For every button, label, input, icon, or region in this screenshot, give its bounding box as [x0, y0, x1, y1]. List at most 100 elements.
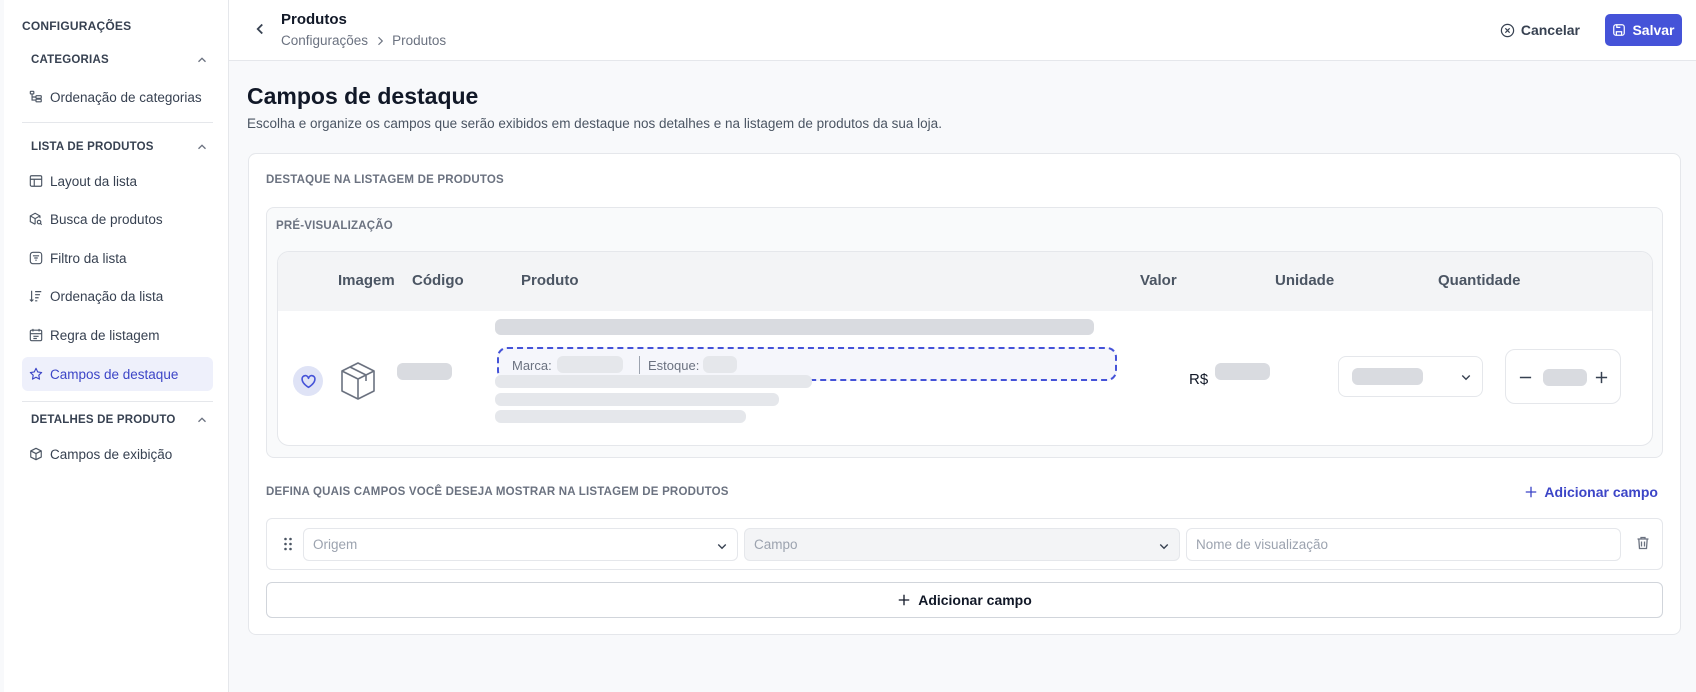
- package-icon: [30, 447, 42, 461]
- product-name-placeholder: [495, 319, 1094, 335]
- chevron-down-icon: [1159, 544, 1169, 550]
- origin-select-placeholder: Origem: [313, 537, 358, 552]
- plus-icon[interactable]: [1594, 370, 1609, 385]
- unit-value-placeholder: [1352, 368, 1423, 385]
- code-placeholder: [397, 363, 452, 380]
- add-field-button-label: Adicionar campo: [918, 592, 1032, 608]
- quantity-value-placeholder: [1543, 369, 1587, 386]
- highlight-fields-card: DESTAQUE NA LISTAGEM DE PRODUTOS PRÉ-VIS…: [248, 153, 1681, 635]
- preview-panel: PRÉ-VISUALIZAÇÃO Imagem Código Produto V…: [266, 207, 1663, 458]
- column-header-produto: Produto: [521, 272, 579, 289]
- page-description: Escolha e organize os campos que serão e…: [247, 116, 942, 131]
- category-tree-icon: [29, 90, 42, 103]
- trash-icon[interactable]: [1635, 535, 1651, 551]
- display-name-input[interactable]: [1186, 528, 1621, 561]
- sidebar-item-label: Filtro da lista: [50, 250, 127, 266]
- sidebar-section-label: LISTA DE PRODUTOS: [31, 141, 154, 153]
- page-header-title: Produtos: [281, 11, 347, 28]
- sidebar-item-ordenacao-lista[interactable]: Ordenação da lista: [22, 279, 213, 313]
- field-config-row: Origem Campo: [266, 518, 1663, 570]
- chevron-up-icon: [198, 144, 206, 150]
- quantity-stepper[interactable]: [1505, 349, 1621, 404]
- save-button[interactable]: Salvar: [1605, 14, 1682, 46]
- sidebar-item-campos-exibicao[interactable]: Campos de exibição: [22, 437, 213, 471]
- layout-icon: [29, 175, 43, 187]
- chevron-down-icon: [717, 544, 727, 550]
- add-field-button[interactable]: Adicionar campo: [266, 582, 1663, 618]
- heart-icon: [300, 374, 316, 388]
- sidebar-item-busca-produtos[interactable]: Busca de produtos: [22, 202, 213, 236]
- preview-table-header: Imagem Código Produto Valor Unidade Quan…: [278, 252, 1652, 311]
- breadcrumb-item[interactable]: Configurações: [281, 33, 368, 48]
- sidebar: CONFIGURAÇÕES CATEGORIAS Ordenação de ca…: [4, 0, 229, 692]
- minus-icon[interactable]: [1518, 370, 1533, 385]
- product-box-icon: [341, 362, 375, 400]
- plus-icon: [1526, 486, 1537, 498]
- favorite-button[interactable]: [293, 366, 323, 396]
- sort-icon: [29, 290, 42, 303]
- add-field-link[interactable]: Adicionar campo: [1524, 484, 1658, 500]
- column-header-imagem: Imagem: [338, 272, 395, 289]
- product-detail-placeholder: [495, 410, 746, 423]
- sidebar-item-campos-destaque[interactable]: Campos de destaque: [22, 357, 213, 391]
- stock-value-placeholder: [703, 356, 737, 373]
- sidebar-item-ordenacao-categorias[interactable]: Ordenação de categorias: [22, 80, 213, 114]
- column-header-valor: Valor: [1140, 272, 1177, 289]
- sidebar-title: CONFIGURAÇÕES: [22, 19, 132, 33]
- column-header-unidade: Unidade: [1275, 272, 1335, 289]
- field-select[interactable]: Campo: [744, 528, 1180, 561]
- filter-icon: [29, 251, 43, 265]
- product-detail-placeholder: [495, 393, 779, 406]
- add-field-link-label: Adicionar campo: [1544, 484, 1658, 500]
- sidebar-item-label: Ordenação de categorias: [50, 89, 202, 105]
- brand-value-placeholder: [557, 356, 623, 373]
- sidebar-section-categorias[interactable]: CATEGORIAS: [31, 53, 209, 67]
- chevron-up-icon: [198, 417, 206, 423]
- chevron-down-icon: [1461, 375, 1471, 381]
- highlight-label-estoque: Estoque:: [648, 358, 700, 373]
- sidebar-section-lista-produtos[interactable]: LISTA DE PRODUTOS: [31, 140, 209, 154]
- divider: [22, 122, 213, 123]
- sidebar-section-label: DETALHES DE PRODUTO: [31, 414, 176, 426]
- sidebar-item-label: Campos de destaque: [50, 366, 179, 382]
- sidebar-item-label: Campos de exibição: [50, 446, 173, 462]
- sidebar-section-label: CATEGORIAS: [31, 54, 109, 66]
- origin-select[interactable]: Origem: [303, 528, 738, 561]
- product-detail-placeholder: [495, 375, 812, 388]
- sidebar-item-label: Regra de listagem: [50, 327, 160, 343]
- breadcrumb-item: Produtos: [392, 33, 447, 48]
- save-button-label: Salvar: [1632, 22, 1675, 38]
- save-icon: [1613, 24, 1626, 36]
- listing-section-label: DESTAQUE NA LISTAGEM DE PRODUTOS: [266, 174, 504, 186]
- rule-icon: [29, 328, 43, 342]
- preview-table: Imagem Código Produto Valor Unidade Quan…: [277, 251, 1653, 446]
- chevron-up-icon: [198, 57, 206, 63]
- sidebar-section-detalhes-produto[interactable]: DETALHES DE PRODUTO: [31, 413, 209, 427]
- divider: [639, 356, 640, 374]
- page-title: Campos de destaque: [247, 83, 479, 109]
- sidebar-item-regra-listagem[interactable]: Regra de listagem: [22, 318, 213, 352]
- chevron-right-icon: [378, 36, 384, 45]
- highlight-label-marca: Marca:: [512, 358, 552, 373]
- currency-symbol: R$: [1189, 371, 1209, 388]
- drag-handle-icon[interactable]: [280, 536, 296, 552]
- divider: [22, 401, 213, 402]
- cancel-button[interactable]: Cancelar: [1500, 18, 1580, 42]
- top-header: Produtos Configurações Produtos Cancelar…: [229, 0, 1696, 61]
- column-header-codigo: Código: [412, 272, 464, 289]
- sidebar-item-label: Busca de produtos: [50, 211, 163, 227]
- close-circle-icon: [1500, 23, 1515, 37]
- cancel-button-label: Cancelar: [1520, 22, 1580, 38]
- plus-icon: [898, 594, 910, 606]
- back-arrow-icon[interactable]: [251, 20, 269, 38]
- sidebar-item-label: Ordenação da lista: [50, 288, 164, 304]
- column-header-quantidade: Quantidade: [1438, 272, 1521, 289]
- price-placeholder: [1215, 363, 1270, 380]
- unit-select[interactable]: [1338, 356, 1483, 397]
- sidebar-item-layout-lista[interactable]: Layout da lista: [22, 164, 213, 198]
- field-select-placeholder: Campo: [754, 537, 798, 552]
- sidebar-item-filtro-lista[interactable]: Filtro da lista: [22, 241, 213, 275]
- search-package-icon: [29, 212, 43, 226]
- fields-section-label: DEFINA QUAIS CAMPOS VOCÊ DESEJA MOSTRAR …: [266, 486, 729, 498]
- star-icon: [29, 367, 43, 380]
